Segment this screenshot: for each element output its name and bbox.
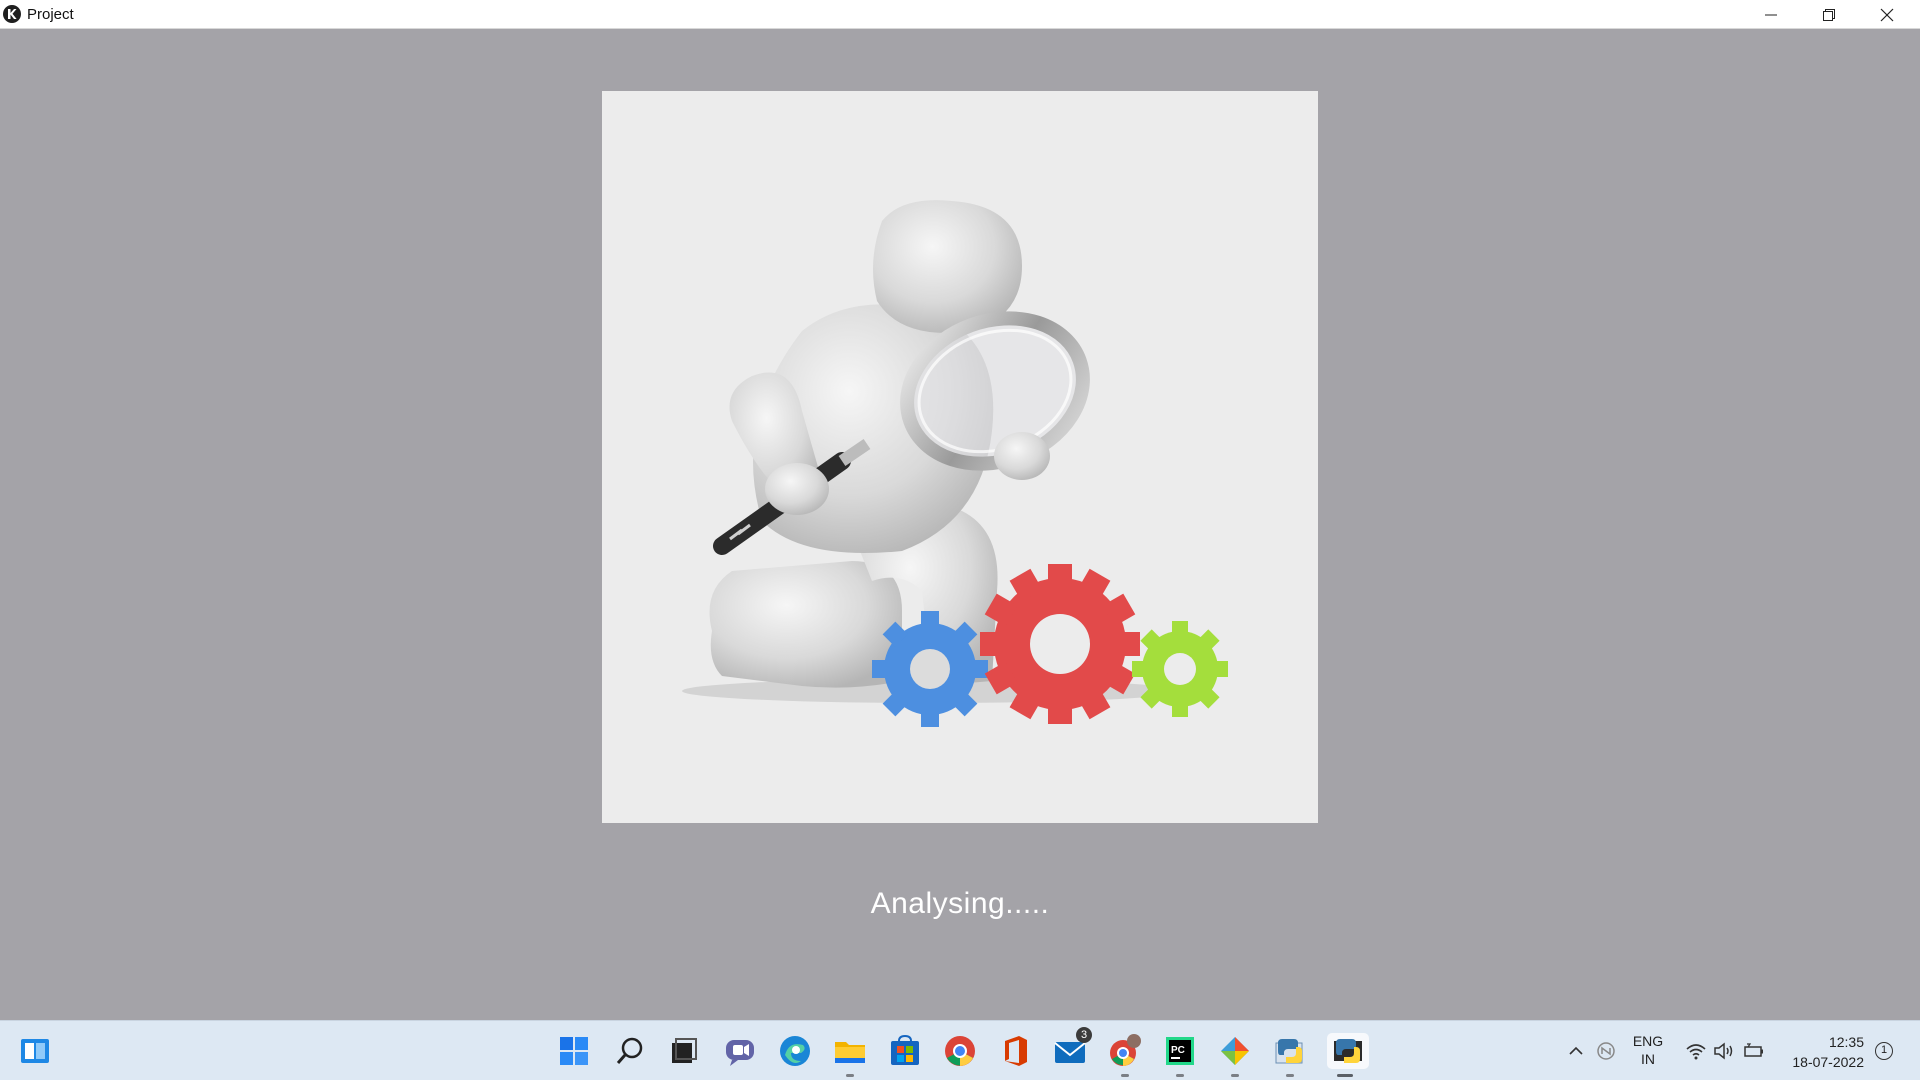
analysis-illustration <box>602 91 1318 823</box>
language-indicator[interactable]: ENG IN <box>1628 1032 1668 1068</box>
mail-icon[interactable]: 3 <box>1052 1027 1092 1069</box>
store-icon[interactable] <box>887 1033 923 1069</box>
file-explorer-icon[interactable] <box>832 1033 868 1077</box>
language-region: IN <box>1641 1051 1655 1067</box>
window-title: Project <box>27 6 74 23</box>
minimize-icon <box>1765 14 1777 16</box>
wifi-icon[interactable] <box>1684 1039 1708 1063</box>
volume-icon[interactable] <box>1712 1039 1736 1063</box>
kivy-logo-icon <box>3 5 21 23</box>
analysing-status-text: Analysing..... <box>870 887 1050 920</box>
python-idle-icon[interactable] <box>1272 1033 1308 1077</box>
start-icon[interactable] <box>556 1033 592 1069</box>
restore-button[interactable] <box>1800 0 1858 29</box>
battery-icon[interactable] <box>1741 1039 1765 1063</box>
app-content: Analysing..... <box>0 29 1920 1020</box>
chrome-icon[interactable] <box>942 1033 978 1069</box>
clock-time: 12:35 <box>1828 1034 1864 1050</box>
restore-icon <box>1823 9 1835 21</box>
edge-icon[interactable] <box>777 1033 813 1069</box>
notification-center-badge[interactable]: 1 <box>1875 1042 1893 1060</box>
close-button[interactable] <box>1858 0 1916 29</box>
widgets-icon[interactable] <box>17 1033 53 1069</box>
clock[interactable]: 12:35 18-07-2022 <box>1778 1032 1864 1072</box>
search-icon[interactable] <box>612 1033 648 1069</box>
pycharm-icon[interactable]: PC <box>1162 1033 1198 1077</box>
chat-icon[interactable] <box>722 1033 758 1069</box>
language-code: ENG <box>1632 1033 1664 1049</box>
minimize-button[interactable] <box>1742 0 1800 29</box>
mail-badge: 3 <box>1076 1027 1092 1043</box>
taskbar: 3 PC ENG IN 12:35 18-07-2022 1 <box>0 1020 1920 1080</box>
task-view-icon[interactable] <box>666 1033 702 1069</box>
chevron-up-icon[interactable] <box>1564 1039 1588 1063</box>
office-icon[interactable] <box>997 1033 1033 1069</box>
clock-date: 18-07-2022 <box>1792 1054 1864 1070</box>
svg-text:PC: PC <box>1171 1045 1185 1056</box>
git-icon[interactable] <box>1217 1033 1253 1077</box>
onedrive-sync-icon[interactable] <box>1594 1039 1618 1063</box>
chrome-profile-icon[interactable] <box>1107 1033 1143 1077</box>
python-app-icon[interactable] <box>1327 1033 1369 1077</box>
title-bar: Project <box>0 0 1920 29</box>
close-icon <box>1880 8 1894 22</box>
